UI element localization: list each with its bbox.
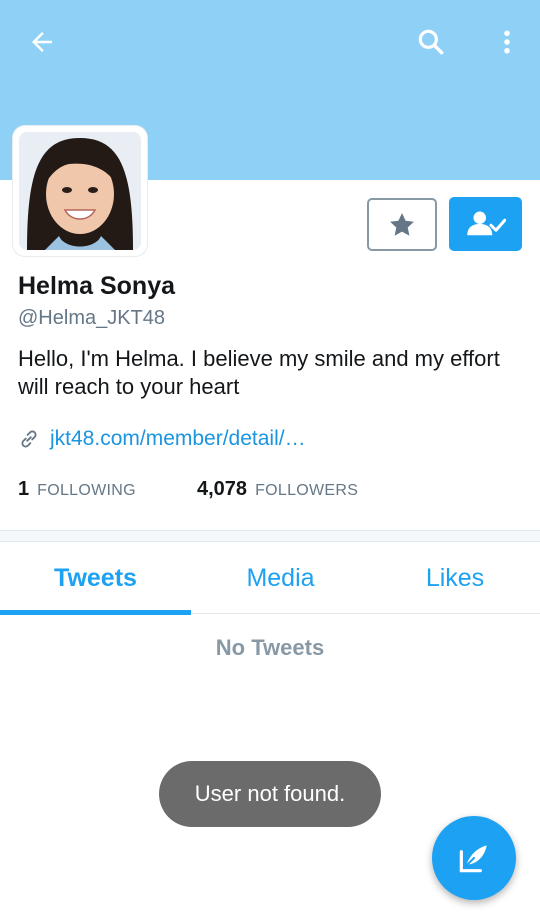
- followers-label: FOLLOWERS: [255, 482, 359, 499]
- profile-tabs: Tweets Media Likes: [0, 542, 540, 615]
- back-button[interactable]: [22, 22, 62, 62]
- compose-tweet-button[interactable]: [432, 816, 516, 900]
- more-vertical-icon: [504, 30, 510, 54]
- toast-notification: User not found.: [159, 761, 381, 827]
- empty-timeline-message: No Tweets: [215, 635, 325, 660]
- link-icon: [21, 430, 37, 448]
- tab-likes[interactable]: Likes: [370, 542, 540, 614]
- following-button[interactable]: [449, 197, 522, 251]
- tab-likes-label: Likes: [425, 563, 485, 592]
- active-tab-indicator: [0, 610, 191, 615]
- favorite-star-button[interactable]: [367, 198, 437, 251]
- back-arrow-icon: [32, 32, 52, 52]
- display-name: Helma Sonya: [18, 272, 176, 300]
- tab-media-label: Media: [246, 563, 315, 592]
- tab-tweets-label: Tweets: [54, 563, 137, 592]
- followers-count: 4,078: [197, 478, 248, 500]
- profile-website[interactable]: jkt48.com/member/detail/…: [18, 427, 306, 451]
- following-label: FOLLOWING: [37, 482, 136, 499]
- search-icon: [418, 29, 444, 55]
- avatar: [19, 132, 141, 250]
- followers-stat[interactable]: 4,078 FOLLOWERS: [197, 478, 358, 501]
- star-icon: [390, 212, 414, 236]
- user-check-icon: [466, 211, 506, 236]
- following-count: 1: [18, 478, 30, 500]
- following-stat[interactable]: 1 FOLLOWING: [18, 478, 136, 501]
- profile-avatar-frame[interactable]: [13, 126, 147, 256]
- section-divider: [0, 530, 540, 542]
- user-handle: @Helma_JKT48: [18, 307, 166, 329]
- website-link[interactable]: jkt48.com/member/detail/…: [50, 427, 306, 451]
- profile-bio: Hello, I'm Helma. I believe my smile and…: [18, 346, 500, 399]
- more-options-button[interactable]: [487, 22, 527, 62]
- search-button[interactable]: [411, 22, 451, 62]
- tab-tweets[interactable]: Tweets: [0, 542, 191, 615]
- compose-tweet-icon: [459, 845, 487, 873]
- tab-media[interactable]: Media: [191, 542, 370, 614]
